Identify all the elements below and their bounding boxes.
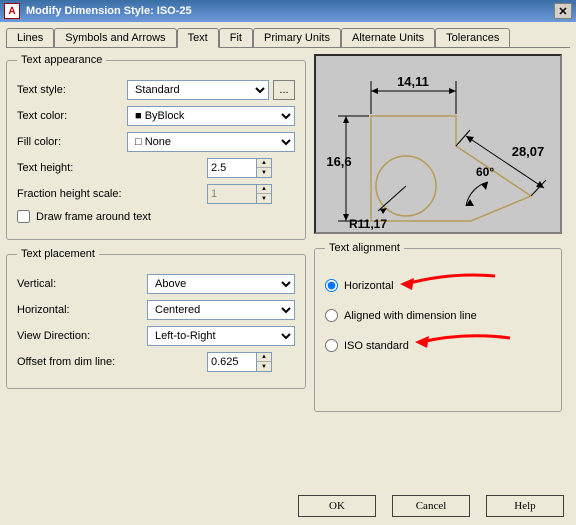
input-offset[interactable] <box>207 352 257 372</box>
label-view-direction: View Direction: <box>17 330 147 342</box>
ok-button[interactable]: OK <box>298 495 376 517</box>
window-title: Modify Dimension Style: ISO-25 <box>26 5 192 17</box>
legend-text-appearance: Text appearance <box>17 54 106 66</box>
tab-text[interactable]: Text <box>177 28 219 48</box>
group-text-placement: Text placement Vertical: Above Horizonta… <box>6 248 306 389</box>
browse-text-style-button[interactable]: ... <box>273 80 295 100</box>
titlebar: A Modify Dimension Style: ISO-25 ✕ <box>0 0 576 22</box>
label-offset: Offset from dim line: <box>17 356 207 368</box>
group-text-alignment: Text alignment Horizontal Aligned with d… <box>314 242 562 412</box>
tab-lines[interactable]: Lines <box>6 28 54 47</box>
label-align-horizontal: Horizontal <box>344 280 394 292</box>
dimension-preview: 14,11 16,6 28,07 <box>314 54 562 234</box>
select-text-style[interactable]: Standard <box>127 80 269 100</box>
label-text-color: Text color: <box>17 110 127 122</box>
spinner-offset[interactable]: ▲▼ <box>257 352 272 372</box>
input-text-height[interactable] <box>207 158 257 178</box>
tab-fit[interactable]: Fit <box>219 28 253 47</box>
label-vertical: Vertical: <box>17 278 147 290</box>
tab-symbols-arrows[interactable]: Symbols and Arrows <box>54 28 176 47</box>
select-view-direction[interactable]: Left-to-Right <box>147 326 295 346</box>
annotation-arrow-icon <box>400 274 500 297</box>
label-text-style: Text style: <box>17 84 127 96</box>
radio-iso[interactable] <box>325 339 338 352</box>
preview-dim-angle: 60° <box>476 165 494 179</box>
app-icon: A <box>4 3 20 19</box>
label-align-iso: ISO standard <box>344 340 409 352</box>
tab-alternate-units[interactable]: Alternate Units <box>341 28 435 47</box>
checkbox-draw-frame[interactable] <box>17 210 30 223</box>
select-vertical[interactable]: Above <box>147 274 295 294</box>
select-text-color[interactable]: ■ ByBlock <box>127 106 295 126</box>
close-button[interactable]: ✕ <box>554 3 572 19</box>
tab-tolerances[interactable]: Tolerances <box>435 28 510 47</box>
help-button[interactable]: Help <box>486 495 564 517</box>
input-fraction-height <box>207 184 257 204</box>
tab-primary-units[interactable]: Primary Units <box>253 28 341 47</box>
preview-dim-left: 16,6 <box>326 154 351 169</box>
annotation-arrow-icon <box>415 334 515 357</box>
preview-dim-top: 14,11 <box>397 74 429 89</box>
legend-text-alignment: Text alignment <box>325 242 404 254</box>
group-text-appearance: Text appearance Text style: Standard ...… <box>6 54 306 240</box>
select-horizontal[interactable]: Centered <box>147 300 295 320</box>
preview-dim-radius: R11,17 <box>349 217 387 231</box>
label-align-dimension: Aligned with dimension line <box>344 310 477 322</box>
dialog-footer: OK Cancel Help <box>298 495 564 517</box>
label-draw-frame: Draw frame around text <box>36 211 151 223</box>
label-horizontal: Horizontal: <box>17 304 147 316</box>
label-text-height: Text height: <box>17 162 207 174</box>
radio-horizontal[interactable] <box>325 279 338 292</box>
select-fill-color[interactable]: □ None <box>127 132 295 152</box>
label-fill-color: Fill color: <box>17 136 127 148</box>
legend-text-placement: Text placement <box>17 248 99 260</box>
label-fraction-height: Fraction height scale: <box>17 188 207 200</box>
cancel-button[interactable]: Cancel <box>392 495 470 517</box>
preview-dim-right: 28,07 <box>512 144 545 159</box>
tab-bar: Lines Symbols and Arrows Text Fit Primar… <box>6 28 570 48</box>
radio-aligned[interactable] <box>325 309 338 322</box>
spinner-fraction-height: ▲▼ <box>257 184 272 204</box>
spinner-text-height[interactable]: ▲▼ <box>257 158 272 178</box>
